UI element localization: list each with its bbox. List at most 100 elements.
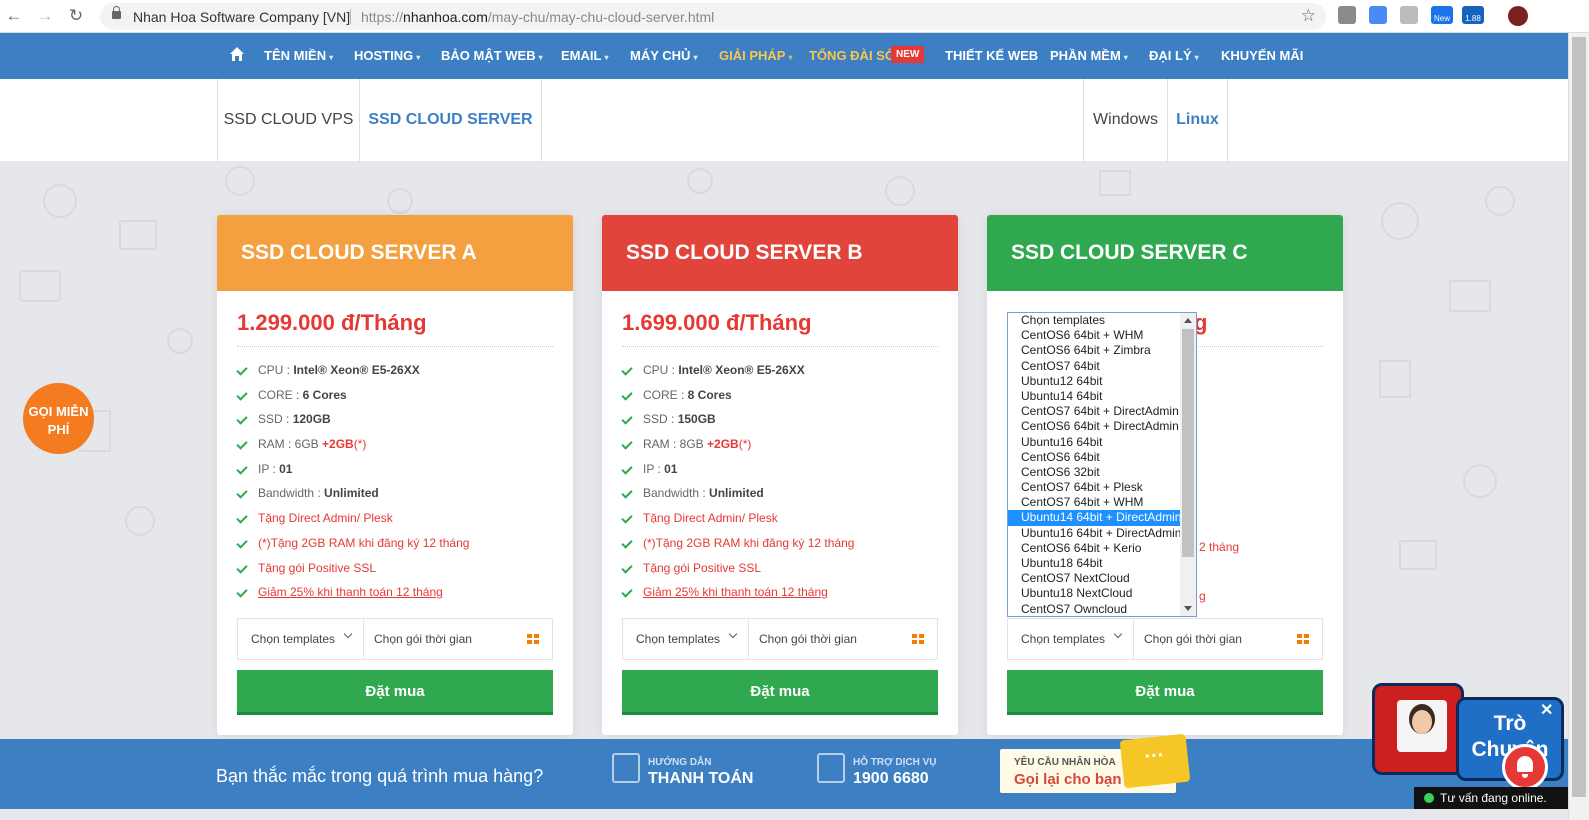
online-status[interactable]: Tư vấn đang online. bbox=[1414, 787, 1568, 809]
scrollbar-thumb[interactable] bbox=[1182, 329, 1194, 557]
feature-ssd: SSD : 150GB bbox=[622, 412, 854, 437]
counter-extension-icon[interactable]: 1.88 bbox=[1462, 6, 1484, 24]
dropdown-option[interactable]: CentOS7 64bit bbox=[1008, 359, 1196, 374]
chat-agent-avatar[interactable] bbox=[1372, 683, 1464, 775]
free-call-button[interactable]: GỌI MIỄN PHÍ bbox=[23, 383, 94, 454]
dropdown-option[interactable]: Ubuntu16 64bit bbox=[1008, 435, 1196, 450]
lock-icon[interactable] bbox=[112, 6, 121, 19]
plan-options: Chọn templates Chọn gói thời gian bbox=[237, 618, 553, 660]
dropdown-option[interactable]: Ubuntu18 NextCloud bbox=[1008, 586, 1196, 601]
feature-ram: RAM : 8GB +2GB(*) bbox=[622, 437, 854, 462]
nav-item-domain[interactable]: TÊN MIỀN ▾ bbox=[264, 48, 333, 63]
bookmark-star-icon[interactable]: ☆ bbox=[1301, 6, 1316, 26]
feature-gift-admin: Tặng Direct Admin/ Plesk bbox=[237, 511, 469, 536]
translate-extension-icon[interactable] bbox=[1369, 6, 1387, 24]
reload-icon[interactable]: ↻ bbox=[65, 5, 87, 27]
nav-item-software[interactable]: PHẦN MỀM ▾ bbox=[1050, 48, 1128, 63]
dropdown-option[interactable]: CentOS6 64bit + WHM bbox=[1008, 328, 1196, 343]
home-icon[interactable] bbox=[229, 46, 245, 62]
feature-discount-link[interactable]: Giảm 25% khi thanh toán 12 tháng bbox=[237, 585, 469, 610]
feature-core: CORE : 8 Cores bbox=[622, 388, 854, 413]
divider bbox=[622, 346, 938, 347]
plan-options: Chọn templates Chọn gói thời gian bbox=[622, 618, 938, 660]
order-button[interactable]: Đặt mua bbox=[237, 670, 553, 715]
site-name: Nhan Hoa Software Company [VN] bbox=[133, 9, 351, 25]
nav-item-digital-switchboard[interactable]: TỔNG ĐÀI SỐ bbox=[809, 48, 895, 63]
dropdown-option[interactable]: CentOS6 64bit + DirectAdmin bbox=[1008, 419, 1196, 434]
close-icon[interactable]: ✕ bbox=[1540, 700, 1553, 720]
dropdown-option[interactable]: CentOS6 32bit bbox=[1008, 465, 1196, 480]
nav-item-server[interactable]: MÁY CHỦ ▾ bbox=[630, 48, 697, 63]
period-select[interactable]: Chọn gói thời gian bbox=[1144, 632, 1242, 646]
support-small: HỖ TRỢ DỊCH VỤ bbox=[853, 757, 937, 768]
feature-gift-ssl: Tặng gói Positive SSL bbox=[622, 561, 854, 586]
template-dropdown-list[interactable]: Chọn templates CentOS6 64bit + WHM CentO… bbox=[1007, 312, 1197, 617]
profile-avatar[interactable] bbox=[1508, 6, 1528, 26]
dropdown-option[interactable]: CentOS7 NextCloud bbox=[1008, 571, 1196, 586]
order-button[interactable]: Đặt mua bbox=[622, 670, 938, 715]
feature-gift-admin: Tặng Direct Admin/ Plesk bbox=[622, 511, 854, 536]
scroll-up-icon[interactable] bbox=[1184, 318, 1192, 323]
dropdown-option[interactable]: CentOS7 64bit + WHM bbox=[1008, 495, 1196, 510]
template-select[interactable]: Chọn templates bbox=[238, 619, 364, 659]
chevron-down-icon bbox=[343, 629, 353, 639]
dropdown-option[interactable]: Chọn templates bbox=[1008, 313, 1196, 328]
scrollbar-thumb[interactable] bbox=[1572, 37, 1586, 797]
payment-guide-small[interactable]: HƯỚNG DẪN bbox=[648, 757, 712, 768]
feature-core: CORE : 6 Cores bbox=[237, 388, 469, 413]
nav-item-agency[interactable]: ĐẠI LÝ ▾ bbox=[1149, 48, 1199, 63]
feature-gift-ram: (*)Tặng 2GB RAM khi đăng ký 12 tháng bbox=[622, 536, 854, 561]
tab-windows[interactable]: Windows bbox=[1083, 79, 1168, 161]
payment-guide-link[interactable]: THANH TOÁN bbox=[648, 770, 753, 788]
extension-icon[interactable] bbox=[1400, 6, 1418, 24]
plan-price: 1.699.000 đ/Tháng bbox=[622, 310, 812, 335]
page-scrollbar[interactable] bbox=[1568, 33, 1589, 820]
dropdown-option[interactable]: CentOS6 64bit bbox=[1008, 450, 1196, 465]
dropdown-option[interactable]: CentOS6 64bit + Kerio bbox=[1008, 541, 1196, 556]
new-extension-icon[interactable]: New bbox=[1431, 6, 1453, 24]
template-select[interactable]: Chọn templates bbox=[1008, 619, 1134, 659]
nav-item-web-design[interactable]: THIẾT KẾ WEB bbox=[945, 48, 1038, 63]
nav-item-email[interactable]: EMAIL ▾ bbox=[561, 48, 608, 63]
footer-question: Bạn thắc mắc trong quá trình mua hàng? bbox=[216, 766, 544, 786]
dropdown-option[interactable]: CentOS6 64bit + Zimbra bbox=[1008, 343, 1196, 358]
support-phone-icon bbox=[817, 753, 845, 783]
support-phone-number[interactable]: 1900 6680 bbox=[853, 770, 929, 788]
nav-item-web-security[interactable]: BẢO MẬT WEB ▾ bbox=[441, 48, 543, 63]
address-bar[interactable]: Nhan Hoa Software Company [VN] https://n… bbox=[100, 3, 1326, 30]
nav-item-solutions[interactable]: GIẢI PHÁP ▾ bbox=[719, 48, 792, 63]
dropdown-option-highlighted[interactable]: Ubuntu14 64bit + DirectAdmin bbox=[1008, 510, 1196, 526]
feature-discount-partial[interactable]: g bbox=[1199, 589, 1206, 603]
dropdown-option[interactable]: Ubuntu14 64bit bbox=[1008, 389, 1196, 404]
tab-linux[interactable]: Linux bbox=[1167, 79, 1228, 170]
notification-bell-icon[interactable] bbox=[1502, 744, 1548, 790]
plan-card-b: SSD CLOUD SERVER B 1.699.000 đ/Tháng CPU… bbox=[602, 215, 958, 735]
dropdown-option[interactable]: Ubuntu18 64bit bbox=[1008, 556, 1196, 571]
order-button[interactable]: Đặt mua bbox=[1007, 670, 1323, 715]
plan-title: SSD CLOUD SERVER C bbox=[987, 215, 1343, 291]
dropdown-option[interactable]: Ubuntu16 64bit + DirectAdmin bbox=[1008, 526, 1196, 541]
chat-bubble-icon[interactable]: ··· bbox=[1119, 733, 1191, 789]
feature-discount-link[interactable]: Giảm 25% khi thanh toán 12 tháng bbox=[622, 585, 854, 610]
period-select[interactable]: Chọn gói thời gian bbox=[759, 632, 857, 646]
tab-ssd-cloud-server[interactable]: SSD CLOUD SERVER bbox=[359, 79, 542, 170]
nav-item-promotions[interactable]: KHUYẾN MÃI bbox=[1221, 48, 1303, 63]
plan-price: 1.299.000 đ/Tháng bbox=[237, 310, 427, 335]
nav-item-hosting[interactable]: HOSTING ▾ bbox=[354, 48, 420, 63]
scroll-down-icon[interactable] bbox=[1184, 606, 1192, 611]
forward-icon[interactable]: → bbox=[34, 5, 56, 27]
camera-extension-icon[interactable] bbox=[1338, 6, 1356, 24]
template-select[interactable]: Chọn templates bbox=[623, 619, 749, 659]
dropdown-option[interactable]: CentOS7 Owncloud bbox=[1008, 602, 1196, 616]
back-icon[interactable]: ← bbox=[3, 5, 25, 27]
url-text[interactable]: https://nhanhoa.com/may-chu/may-chu-clou… bbox=[361, 9, 714, 25]
dropdown-option[interactable]: Ubuntu12 64bit bbox=[1008, 374, 1196, 389]
dropdown-option[interactable]: CentOS7 64bit + Plesk bbox=[1008, 480, 1196, 495]
dropdown-option[interactable]: CentOS7 64bit + DirectAdmin bbox=[1008, 404, 1196, 419]
new-badge: NEW bbox=[891, 46, 925, 63]
period-select[interactable]: Chọn gói thời gian bbox=[374, 632, 472, 646]
tab-ssd-cloud-vps[interactable]: SSD CLOUD VPS bbox=[217, 79, 360, 161]
dropdown-scrollbar[interactable] bbox=[1180, 313, 1196, 616]
divider bbox=[350, 9, 351, 24]
plan-title: SSD CLOUD SERVER B bbox=[602, 215, 958, 291]
